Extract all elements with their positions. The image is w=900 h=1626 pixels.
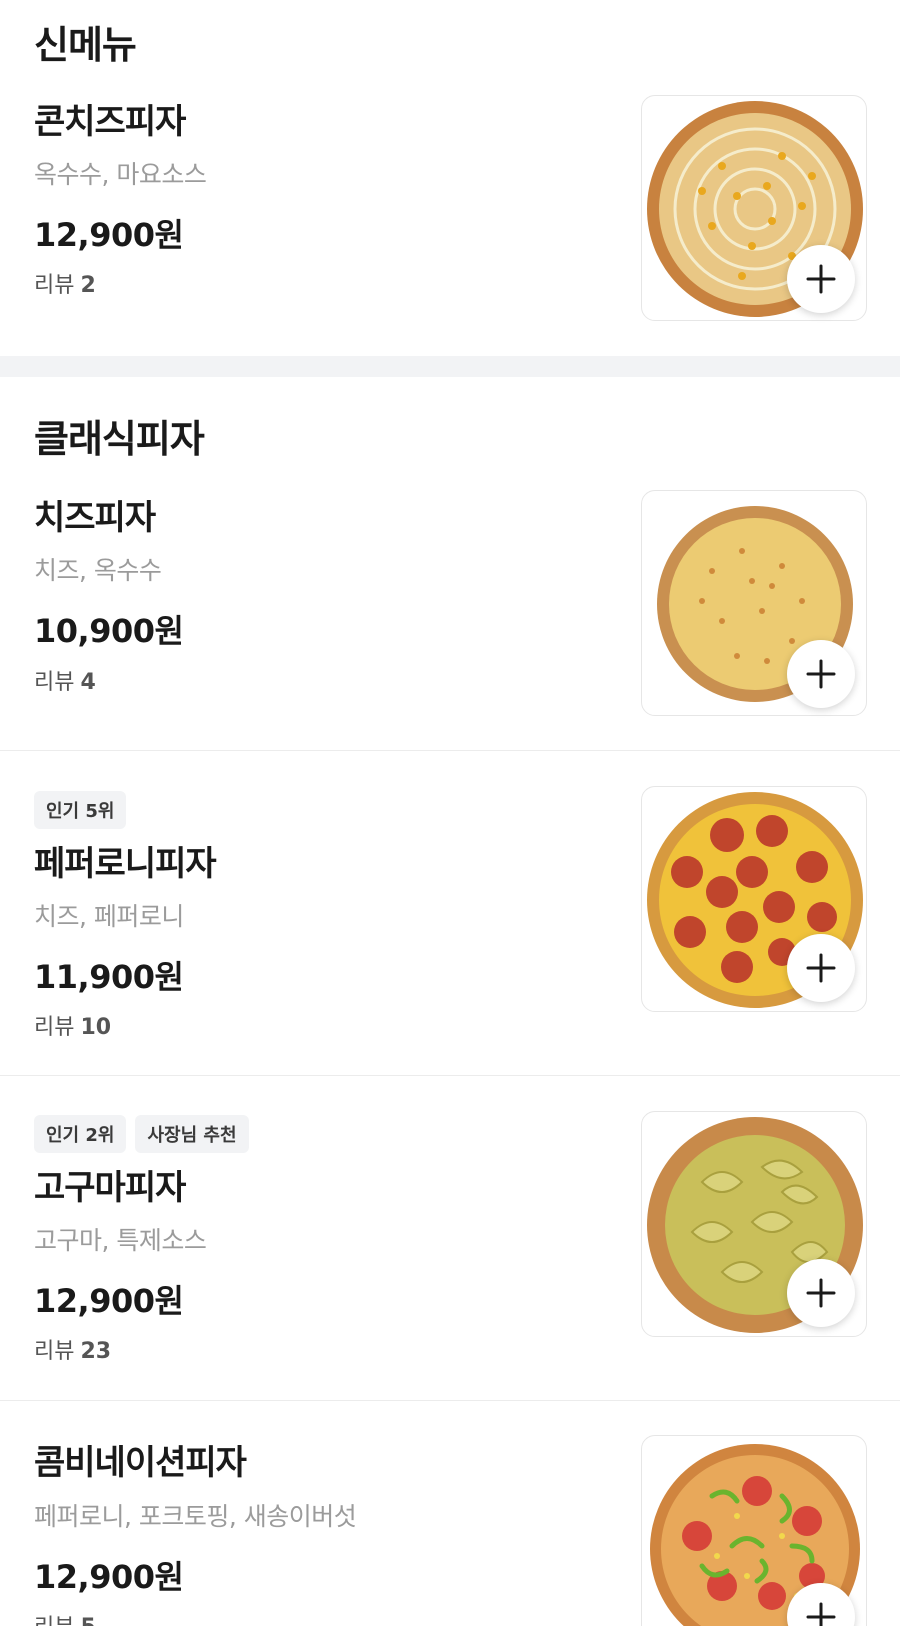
add-to-cart-button[interactable] (787, 640, 855, 708)
badge-owner-pick: 사장님 추천 (135, 1115, 249, 1153)
plus-icon (806, 1602, 836, 1626)
item-divider (0, 1075, 900, 1076)
plus-icon (806, 1278, 836, 1308)
item-divider (0, 1400, 900, 1401)
add-to-cart-button[interactable] (787, 245, 855, 313)
item-price: 12,900원 (34, 1282, 184, 1320)
item-description: 옥수수, 마요소스 (34, 160, 207, 189)
item-price: 10,900원 (34, 612, 184, 650)
item-review: 리뷰5 (34, 1609, 96, 1626)
plus-icon (806, 264, 836, 294)
item-name: 고구마피자 (34, 1168, 186, 1208)
item-price: 11,900원 (34, 958, 184, 996)
section-separator (0, 356, 900, 377)
item-divider (0, 750, 900, 751)
item-name: 콘치즈피자 (34, 102, 186, 142)
section-title-classic-pizza: 클래식피자 (34, 417, 205, 461)
add-to-cart-button[interactable] (787, 934, 855, 1002)
item-description: 치즈, 페퍼로니 (34, 902, 184, 931)
plus-icon (806, 659, 836, 689)
item-price: 12,900원 (34, 216, 184, 254)
item-price: 12,900원 (34, 1558, 184, 1596)
section-title-new-menu: 신메뉴 (34, 23, 137, 67)
item-name: 콤비네이션피자 (34, 1443, 247, 1483)
item-description: 페퍼로니, 포크토핑, 새송이버섯 (34, 1502, 357, 1531)
item-description: 치즈, 옥수수 (34, 556, 162, 585)
item-review: 리뷰 2 (34, 273, 96, 298)
badge-popular-rank: 인기 2위 (34, 1115, 127, 1153)
item-review: 리뷰 4 (34, 670, 96, 695)
plus-icon (806, 953, 836, 983)
item-review: 리뷰 10 (34, 1015, 112, 1040)
badge-list: 인기 2위 사장님 추천 (34, 1115, 249, 1153)
item-description: 고구마, 특제소스 (34, 1226, 207, 1255)
item-name: 치즈피자 (34, 498, 156, 538)
item-review: 리뷰 23 (34, 1339, 112, 1364)
item-name: 페퍼로니피자 (34, 844, 217, 884)
badge-popular-rank: 인기 5위 (34, 791, 127, 829)
add-to-cart-button[interactable] (787, 1259, 855, 1327)
badge-list: 인기 5위 (34, 791, 127, 829)
